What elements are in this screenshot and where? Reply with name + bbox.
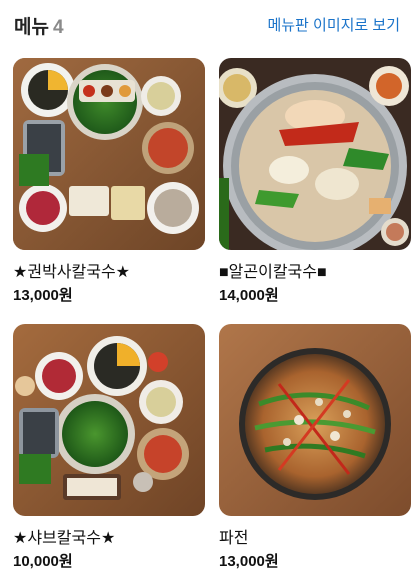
menu-card[interactable]: ★샤브칼국수★ 10,000원 — [13, 324, 205, 570]
menu-card[interactable]: ■알곤이칼국수■ 14,000원 — [219, 58, 411, 304]
menu-item-price: 13,000원 — [13, 287, 73, 304]
menu-item-name: ■알곤이칼국수■ — [219, 264, 327, 281]
menu-photo-pajeon[interactable] — [219, 324, 411, 516]
menu-photo-kalguksu-set[interactable] — [13, 58, 205, 250]
menu-photo-shabu-kalguksu-set[interactable] — [13, 324, 205, 516]
menu-photo-seafood-hotpot[interactable] — [219, 58, 411, 250]
menu-item-price: 14,000원 — [219, 287, 279, 304]
menu-card[interactable]: ★권박사칼국수★ 13,000원 — [13, 58, 205, 304]
menu-item-name: ★샤브칼국수★ — [13, 530, 116, 547]
menu-item-name: 파전 — [219, 530, 249, 547]
menu-item-name: ★권박사칼국수★ — [13, 264, 131, 281]
menu-card[interactable]: 파전 13,000원 — [219, 324, 411, 570]
menu-grid: ★권박사칼국수★ 13,000원 ■알곤이칼국수■ 14,000원 ★샤브칼국수… — [0, 0, 414, 570]
